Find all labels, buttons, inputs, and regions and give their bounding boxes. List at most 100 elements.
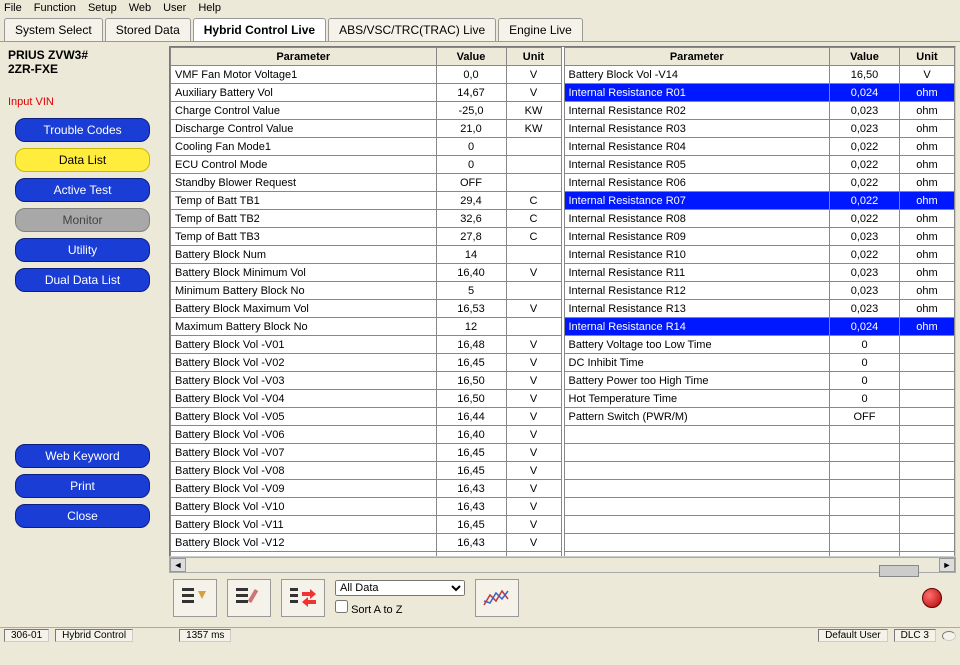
tab-abs-vsc-trc-live[interactable]: ABS/VSC/TRC(TRAC) Live: [328, 18, 496, 41]
sort-checkbox-label[interactable]: Sort A to Z: [335, 600, 465, 616]
cell-value: 16,40: [436, 264, 506, 282]
horizontal-scrollbar[interactable]: ◄ ►: [169, 557, 956, 573]
table-row[interactable]: [564, 516, 955, 534]
table-row[interactable]: Cooling Fan Mode10: [171, 138, 562, 156]
table-row[interactable]: Battery Power too High Time0: [564, 372, 955, 390]
table-row[interactable]: Discharge Control Value21,0KW: [171, 120, 562, 138]
th-value[interactable]: Value: [830, 48, 900, 66]
table-row[interactable]: Internal Resistance R050,022ohm: [564, 156, 955, 174]
table-row[interactable]: Battery Block Vol -V1416,50V: [564, 66, 955, 84]
table-row[interactable]: Pattern Switch (PWR/M)OFF: [564, 408, 955, 426]
table-row[interactable]: Internal Resistance R130,023ohm: [564, 300, 955, 318]
table-row[interactable]: Battery Block Vol -V0616,40V: [171, 426, 562, 444]
list-edit-button[interactable]: [227, 579, 271, 617]
th-unit[interactable]: Unit: [506, 48, 561, 66]
table-row[interactable]: Battery Voltage too Low Time0: [564, 336, 955, 354]
table-row[interactable]: DC Inhibit Time0: [564, 354, 955, 372]
menu-help[interactable]: Help: [198, 2, 221, 14]
table-row[interactable]: Internal Resistance R070,022ohm: [564, 192, 955, 210]
trouble-codes-button[interactable]: Trouble Codes: [15, 118, 150, 142]
utility-button[interactable]: Utility: [15, 238, 150, 262]
menu-web[interactable]: Web: [129, 2, 151, 14]
table-row[interactable]: Internal Resistance R110,023ohm: [564, 264, 955, 282]
table-row[interactable]: Battery Block Vol -V0216,45V: [171, 354, 562, 372]
record-indicator-icon[interactable]: [922, 588, 942, 608]
graph-button[interactable]: [475, 579, 519, 617]
monitor-button[interactable]: Monitor: [15, 208, 150, 232]
table-row[interactable]: Standby Blower RequestOFF: [171, 174, 562, 192]
scroll-right-icon[interactable]: ►: [939, 558, 955, 572]
table-left-wrap[interactable]: Parameter Value Unit VMF Fan Motor Volta…: [170, 47, 562, 556]
table-row[interactable]: Battery Block Vol -V0116,48V: [171, 336, 562, 354]
table-row[interactable]: Temp of Batt TB129,4C: [171, 192, 562, 210]
table-row[interactable]: Charge Control Value-25,0KW: [171, 102, 562, 120]
table-row[interactable]: ECU Control Mode0: [171, 156, 562, 174]
sort-checkbox[interactable]: [335, 600, 348, 613]
table-row[interactable]: Battery Block Vol -V0416,50V: [171, 390, 562, 408]
cell-unit: V: [506, 372, 561, 390]
table-row[interactable]: [564, 462, 955, 480]
th-parameter[interactable]: Parameter: [171, 48, 437, 66]
table-row[interactable]: Maximum Battery Block No12: [171, 318, 562, 336]
list-select-button[interactable]: [173, 579, 217, 617]
table-row[interactable]: Internal Resistance R090,023ohm: [564, 228, 955, 246]
table-row[interactable]: Auxiliary Battery Vol14,67V: [171, 84, 562, 102]
table-row[interactable]: Internal Resistance R100,022ohm: [564, 246, 955, 264]
menu-file[interactable]: File: [4, 2, 22, 14]
table-row[interactable]: Battery Block Num14: [171, 246, 562, 264]
table-row[interactable]: Internal Resistance R140,024ohm: [564, 318, 955, 336]
table-row[interactable]: Minimum Battery Block No5: [171, 282, 562, 300]
table-row[interactable]: [564, 426, 955, 444]
table-row[interactable]: Internal Resistance R060,022ohm: [564, 174, 955, 192]
th-parameter[interactable]: Parameter: [564, 48, 830, 66]
tab-stored-data[interactable]: Stored Data: [105, 18, 191, 41]
table-row[interactable]: Battery Block Vol -V1016,43V: [171, 498, 562, 516]
cell-unit: ohm: [900, 300, 955, 318]
table-row[interactable]: Internal Resistance R020,023ohm: [564, 102, 955, 120]
menu-user[interactable]: User: [163, 2, 186, 14]
close-button[interactable]: Close: [15, 504, 150, 528]
table-row[interactable]: Battery Block Vol -V0716,45V: [171, 444, 562, 462]
th-unit[interactable]: Unit: [900, 48, 955, 66]
filter-select[interactable]: All Data: [335, 580, 465, 596]
table-row[interactable]: Battery Block Vol -V1316,53V: [171, 552, 562, 557]
web-keyword-button[interactable]: Web Keyword: [15, 444, 150, 468]
menu-setup[interactable]: Setup: [88, 2, 117, 14]
table-row[interactable]: [564, 444, 955, 462]
table-row[interactable]: VMF Fan Motor Voltage10,0V: [171, 66, 562, 84]
table-row[interactable]: Battery Block Maximum Vol16,53V: [171, 300, 562, 318]
table-row[interactable]: Internal Resistance R120,023ohm: [564, 282, 955, 300]
table-row[interactable]: [564, 534, 955, 552]
data-list-button[interactable]: Data List: [15, 148, 150, 172]
tab-system-select[interactable]: System Select: [4, 18, 103, 41]
table-row[interactable]: Battery Block Vol -V0916,43V: [171, 480, 562, 498]
menu-function[interactable]: Function: [34, 2, 76, 14]
dual-data-list-button[interactable]: Dual Data List: [15, 268, 150, 292]
table-row[interactable]: Battery Block Vol -V0316,50V: [171, 372, 562, 390]
list-swap-button[interactable]: [281, 579, 325, 617]
table-row[interactable]: Temp of Batt TB327,8C: [171, 228, 562, 246]
table-row[interactable]: Battery Block Vol -V0516,44V: [171, 408, 562, 426]
table-right-wrap[interactable]: Parameter Value Unit Battery Block Vol -…: [564, 47, 956, 556]
table-row[interactable]: Battery Block Minimum Vol16,40V: [171, 264, 562, 282]
table-row[interactable]: Internal Resistance R040,022ohm: [564, 138, 955, 156]
active-test-button[interactable]: Active Test: [15, 178, 150, 202]
table-row[interactable]: [564, 498, 955, 516]
scroll-left-icon[interactable]: ◄: [170, 558, 186, 572]
table-row[interactable]: Temp of Batt TB232,6C: [171, 210, 562, 228]
table-row[interactable]: Hot Temperature Time0: [564, 390, 955, 408]
table-row[interactable]: [564, 480, 955, 498]
input-vin-label[interactable]: Input VIN: [8, 96, 157, 108]
tab-engine-live[interactable]: Engine Live: [498, 18, 583, 41]
table-row[interactable]: Battery Block Vol -V1116,45V: [171, 516, 562, 534]
table-row[interactable]: Internal Resistance R030,023ohm: [564, 120, 955, 138]
table-row[interactable]: [564, 552, 955, 557]
table-row[interactable]: Battery Block Vol -V1216,43V: [171, 534, 562, 552]
tab-hybrid-control-live[interactable]: Hybrid Control Live: [193, 18, 326, 41]
scroll-thumb[interactable]: [879, 565, 919, 577]
table-row[interactable]: Battery Block Vol -V0816,45V: [171, 462, 562, 480]
table-row[interactable]: Internal Resistance R010,024ohm: [564, 84, 955, 102]
th-value[interactable]: Value: [436, 48, 506, 66]
table-row[interactable]: Internal Resistance R080,022ohm: [564, 210, 955, 228]
print-button[interactable]: Print: [15, 474, 150, 498]
